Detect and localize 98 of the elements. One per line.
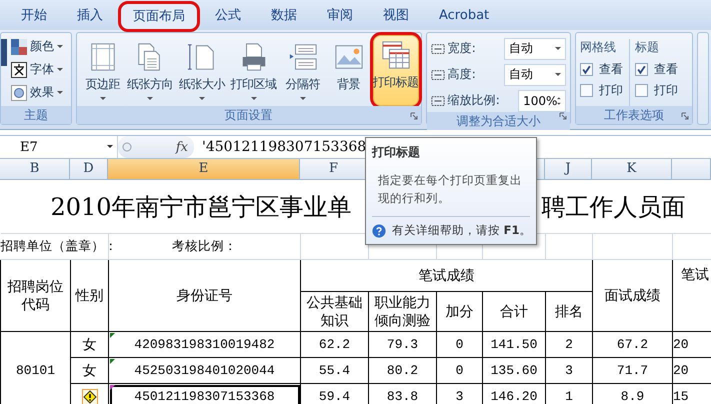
- table-cell: 2: [546, 332, 592, 358]
- caret-icon: [555, 72, 562, 76]
- checkbox[interactable]: [580, 84, 594, 96]
- checkbox[interactable]: [635, 62, 648, 76]
- theme-menu-button[interactable]: 效果: [11, 84, 63, 101]
- caret-icon: [555, 46, 562, 50]
- ribbon-button[interactable]: 打印标题: [372, 35, 419, 106]
- cell-text: 考核比例：: [172, 238, 237, 253]
- ribbon-tab[interactable]: 审阅: [314, 2, 366, 30]
- checkbox-label: 打印: [654, 82, 678, 98]
- table-cell: 55.4: [300, 358, 368, 384]
- caret-icon: [57, 90, 63, 94]
- caret-icon: [57, 68, 63, 72]
- column-header[interactable]: B: [0, 159, 70, 179]
- table-header: 招聘岗位代码: [0, 260, 70, 332]
- font-glyph-icon: [11, 62, 27, 78]
- tooltip-text: 指定要在每个打印页重复出现的行和列。: [377, 172, 523, 207]
- scale-field[interactable]: 自动: [504, 38, 566, 60]
- table-header: 公共基础知识: [300, 292, 368, 332]
- checkbox-label: 打印: [599, 82, 624, 98]
- group-label: 调整为合适大小: [426, 112, 570, 130]
- table-header: 性别: [70, 260, 108, 332]
- ribbon-button[interactable]: 打印区域: [228, 37, 279, 106]
- group-label: 主题: [1, 106, 71, 124]
- theme-menu-button[interactable]: 字体: [11, 61, 63, 78]
- ribbon-button[interactable]: 分隔符: [280, 37, 325, 106]
- formula-input[interactable]: '450121198307153368: [202, 139, 366, 155]
- group-label: 页面设置: [76, 106, 421, 124]
- ribbon-button[interactable]: 背景: [326, 37, 371, 106]
- effects-circle-icon: [11, 84, 27, 100]
- dialog-launcher-icon[interactable]: [410, 112, 418, 120]
- table-cell: 67.2: [592, 332, 672, 358]
- field-label: 缩放比例:: [448, 92, 501, 109]
- table-cell: 80101: [0, 332, 70, 404]
- table-cell[interactable]: 452503198401020044: [108, 358, 300, 384]
- cell-text: 招聘单位（盖章）：: [0, 238, 118, 253]
- table-header: 面试成绩: [592, 260, 672, 332]
- table-cell: 女: [70, 358, 108, 384]
- column-header[interactable]: J: [545, 159, 592, 179]
- table-pages-icon: [380, 40, 411, 70]
- caret-icon: [57, 44, 63, 48]
- dialog-launcher-icon[interactable]: [681, 112, 690, 120]
- checkbox-label: 查看: [599, 60, 624, 78]
- option-heading: 网格线: [580, 39, 618, 56]
- ribbon-tab[interactable]: 数据: [258, 2, 310, 30]
- checkbox-label: 查看: [654, 60, 678, 78]
- table-cell: 141.50: [482, 332, 546, 358]
- table-header: 职业能力倾向测验: [368, 292, 436, 332]
- page-break-icon: [288, 42, 318, 72]
- ribbon-tab[interactable]: Acrobat: [426, 2, 502, 30]
- scale-field[interactable]: 100%: [518, 90, 566, 112]
- tooltip-title: 打印标题: [372, 144, 421, 161]
- ribbon-tab[interactable]: 插入: [64, 2, 116, 30]
- table-cell: 79.3: [368, 332, 436, 358]
- ribbon-button[interactable]: 页边距: [82, 37, 123, 106]
- table-header: 身份证号: [108, 260, 300, 332]
- table-cell: 0: [436, 332, 482, 358]
- column-header[interactable]: E: [108, 159, 300, 179]
- color-swatch-icon: [11, 38, 27, 54]
- column-header[interactable]: K: [592, 159, 672, 179]
- ribbon-tab[interactable]: 页面布局: [120, 3, 198, 30]
- table-cell: 80.2: [368, 358, 436, 384]
- tooltip-help-text: 有关详细帮助，请按 F1。: [392, 223, 532, 238]
- table-cell[interactable]: 450121198307153368: [108, 384, 300, 404]
- table-header: 加分: [436, 292, 482, 332]
- scale-icon: [430, 42, 445, 56]
- option-heading: 标题: [635, 39, 660, 56]
- sheet-title: 2010年南宁市邕宁区事业单: [50, 192, 352, 222]
- table-cell: 0: [436, 358, 482, 384]
- circle-handle-icon[interactable]: [122, 142, 132, 152]
- help-icon: [372, 224, 386, 238]
- warning-icon[interactable]: [82, 388, 98, 404]
- group-label: 工作表选项: [576, 106, 692, 124]
- sheet-title: 聘工作人员面: [542, 192, 686, 222]
- ribbon-button[interactable]: 纸张大小: [176, 37, 227, 106]
- scale-field[interactable]: 自动: [504, 64, 566, 86]
- field-label: 宽度:: [448, 40, 477, 57]
- ribbon-tab[interactable]: 开始: [8, 2, 60, 30]
- checkbox[interactable]: [635, 84, 648, 96]
- table-header: 合计: [482, 292, 546, 332]
- ribbon-button[interactable]: 纸张方向: [125, 37, 175, 106]
- table-cell: 62.2: [300, 332, 368, 358]
- table-header: 笔试成绩: [300, 260, 592, 292]
- table-cell[interactable]: 420983198310019482: [108, 332, 300, 358]
- ribbon-tab[interactable]: 公式: [202, 2, 254, 30]
- theme-menu-button[interactable]: 颜色: [11, 38, 63, 55]
- table-cell: 女: [70, 332, 108, 358]
- insert-function-button[interactable]: fx: [176, 140, 188, 154]
- checkbox[interactable]: [580, 62, 594, 76]
- dialog-launcher-icon[interactable]: [559, 112, 568, 120]
- field-label: 高度:: [448, 66, 477, 83]
- scale-icon: [430, 94, 445, 108]
- ribbon-tab[interactable]: 视图: [370, 2, 422, 30]
- table-cell: 71.7: [592, 358, 672, 384]
- caret-icon: [107, 145, 113, 149]
- table-cell: 135.60: [482, 358, 546, 384]
- scale-icon: [430, 68, 445, 82]
- table-cell: 3: [546, 358, 592, 384]
